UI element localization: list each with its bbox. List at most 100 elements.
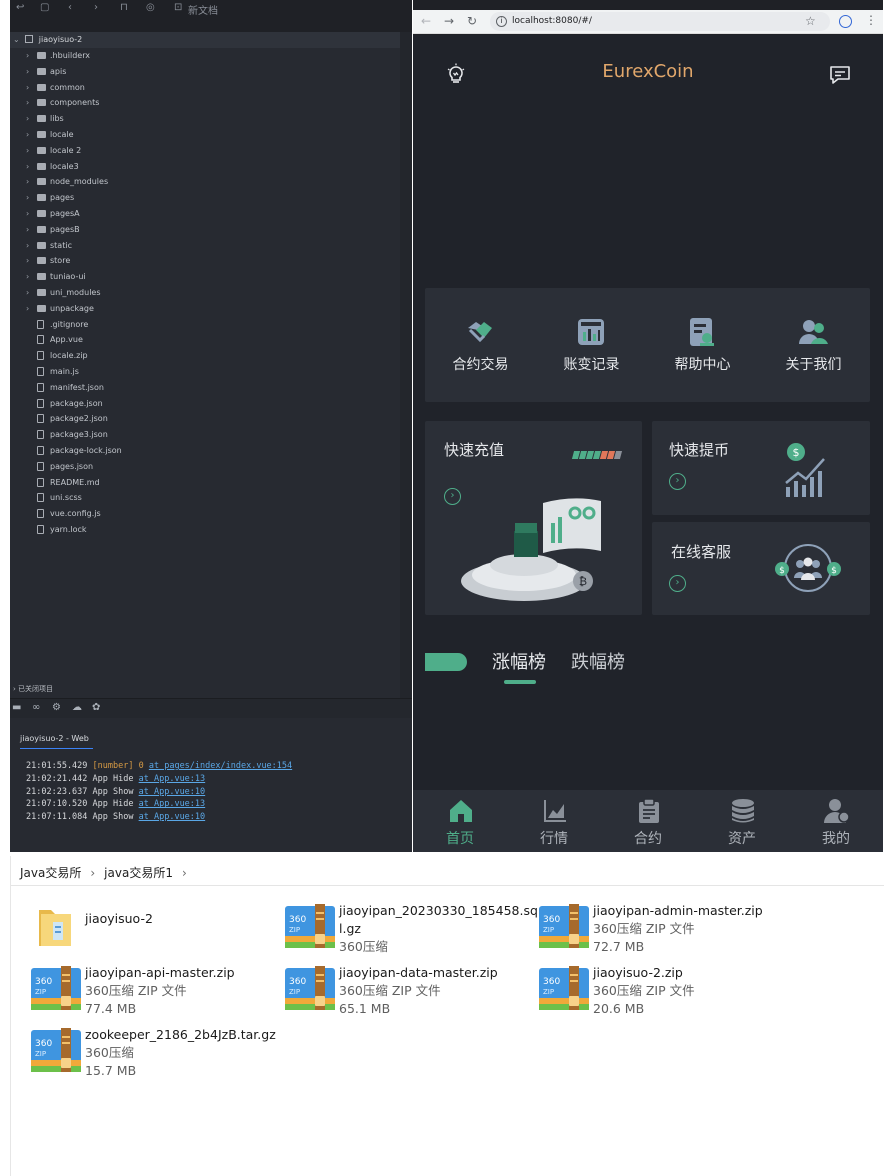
tree-item[interactable]: › apis <box>10 64 400 80</box>
tree-item[interactable]: › pagesA <box>10 206 400 222</box>
tabbar-assets[interactable]: 资产 <box>695 790 789 852</box>
chevron-right-icon[interactable]: › <box>26 80 34 96</box>
tree-item[interactable]: package3.json <box>10 427 400 443</box>
tree-item[interactable]: › components <box>10 95 400 111</box>
message-icon[interactable] <box>829 65 851 85</box>
tree-item[interactable]: › node_modules <box>10 174 400 190</box>
chevron-right-icon[interactable]: › <box>26 269 34 285</box>
card-recharge[interactable]: 快速充值 › ₿ <box>425 421 642 615</box>
tabbar-home[interactable]: 首页 <box>413 790 507 852</box>
file-item[interactable]: 360 ZIP zookeeper_2186_2b4JzB.tar.gz 360压缩 1… <box>31 1026 285 1082</box>
bookmark-star-icon[interactable]: ☆ <box>805 14 816 28</box>
tree-item[interactable]: › pagesB <box>10 222 400 238</box>
tabbar-contract[interactable]: 合约 <box>601 790 695 852</box>
profile-icon[interactable] <box>839 15 852 28</box>
chevron-right-icon[interactable]: › <box>26 253 34 269</box>
tree-item[interactable]: vue.config.js <box>10 506 400 522</box>
quick-nav-contract-trade[interactable]: 合约交易 <box>425 288 536 402</box>
tree-item[interactable]: › locale3 <box>10 159 400 175</box>
file-item[interactable]: 360 ZIP jiaoyipan_20230330_185458.sql.gz 36… <box>285 902 539 958</box>
chevron-right-icon[interactable]: › <box>182 866 187 880</box>
arrow-right-circle-icon[interactable]: › <box>669 575 686 592</box>
tree-item[interactable]: main.js <box>10 364 400 380</box>
address-bar[interactable]: i localhost:8080/#/ <box>490 12 830 31</box>
tree-item[interactable]: › .hbuilderx <box>10 48 400 64</box>
tree-item[interactable]: › tuniao-ui <box>10 269 400 285</box>
palette-icon[interactable]: ✿ <box>92 702 100 713</box>
chevron-right-icon[interactable]: › <box>26 111 34 127</box>
tree-item[interactable]: App.vue <box>10 332 400 348</box>
file-item[interactable]: 360 ZIP jiaoyipan-admin-master.zip 360压缩 ZI… <box>539 902 793 958</box>
console-source-link[interactable]: at App.vue:13 <box>139 799 206 809</box>
breadcrumb-item[interactable]: Java交易所 <box>20 866 81 880</box>
back-icon[interactable]: ↩ <box>16 2 24 13</box>
browser-menu-icon[interactable]: ⋮ <box>865 13 877 27</box>
tree-item[interactable]: › locale <box>10 127 400 143</box>
file-item[interactable]: jiaoyisuo-2 <box>31 902 285 958</box>
nav-back-icon[interactable]: ‹ <box>68 2 72 13</box>
tree-scrollbar[interactable] <box>400 32 412 718</box>
tree-item[interactable]: yarn.lock <box>10 522 400 538</box>
chevron-right-icon[interactable]: › <box>26 222 34 238</box>
chevron-right-icon[interactable]: › <box>26 48 34 64</box>
debug-icon[interactable]: ◎ <box>146 2 155 13</box>
tree-item[interactable]: › uni_modules <box>10 285 400 301</box>
tree-item[interactable]: › locale 2 <box>10 143 400 159</box>
file-item[interactable]: 360 ZIP jiaoyipan-api-master.zip 360压缩 ZIP … <box>31 964 285 1020</box>
tree-item[interactable]: › store <box>10 253 400 269</box>
tabbar-market[interactable]: 行情 <box>507 790 601 852</box>
chevron-right-icon[interactable]: › <box>26 143 34 159</box>
chevron-right-icon[interactable]: › <box>26 127 34 143</box>
plugin-icon[interactable]: ⚙ <box>52 702 61 713</box>
breadcrumb-item[interactable]: java交易所1 <box>104 866 173 880</box>
project-root[interactable]: ⌄ jiaoyisuo-2 <box>10 32 400 48</box>
tree-item[interactable]: uni.scss <box>10 490 400 506</box>
tabbar-profile[interactable]: 我的 <box>789 790 883 852</box>
chevron-right-icon[interactable]: › <box>26 206 34 222</box>
console-source-link[interactable]: at App.vue:13 <box>139 774 206 784</box>
tree-item[interactable]: .gitignore <box>10 317 400 333</box>
card-support[interactable]: 在线客服 › $ $ <box>652 522 870 615</box>
save-icon[interactable]: ▢ <box>40 2 49 13</box>
file-item[interactable]: 360 ZIP jiaoyipan-data-master.zip 360压缩 ZIP… <box>285 964 539 1020</box>
quick-nav-ledger[interactable]: 账变记录 <box>536 288 647 402</box>
card-withdraw[interactable]: 快速提币 › $ <box>652 421 870 515</box>
tree-item[interactable]: › unpackage <box>10 301 400 317</box>
tree-item[interactable]: package-lock.json <box>10 443 400 459</box>
closed-projects[interactable]: › 已关闭项目 <box>10 682 412 696</box>
quick-nav-help[interactable]: 帮助中心 <box>647 288 758 402</box>
tree-item[interactable]: README.md <box>10 475 400 491</box>
chevron-right-icon[interactable]: › <box>90 866 95 880</box>
forward-arrow-icon[interactable]: → <box>444 14 454 28</box>
cloud-icon[interactable]: ☁ <box>72 702 82 713</box>
chevron-right-icon[interactable]: › <box>26 159 34 175</box>
tree-item[interactable]: package.json <box>10 396 400 412</box>
chevron-right-icon[interactable]: › <box>26 301 34 317</box>
tree-item[interactable]: › common <box>10 80 400 96</box>
reload-icon[interactable]: ↻ <box>467 14 477 28</box>
console-tab[interactable]: jiaoyisuo-2 - Web <box>20 734 93 749</box>
tree-item[interactable]: › static <box>10 238 400 254</box>
toolbar-label[interactable]: 新文档 <box>188 2 218 17</box>
console-source-link[interactable]: at App.vue:10 <box>139 812 206 822</box>
nav-forward-icon[interactable]: › <box>94 2 98 13</box>
tree-item[interactable]: package2.json <box>10 411 400 427</box>
tree-item[interactable]: locale.zip <box>10 348 400 364</box>
run-icon[interactable]: ⊓ <box>120 2 128 13</box>
tree-item[interactable]: › pages <box>10 190 400 206</box>
folder-icon[interactable]: ▬ <box>12 702 21 713</box>
arrow-right-circle-icon[interactable]: › <box>669 473 686 490</box>
binoculars-icon[interactable]: ∞ <box>32 702 40 713</box>
console-source-link[interactable]: at App.vue:10 <box>139 787 206 797</box>
tree-item[interactable]: › libs <box>10 111 400 127</box>
tree-item[interactable]: pages.json <box>10 459 400 475</box>
quick-nav-about[interactable]: 关于我们 <box>758 288 869 402</box>
site-info-icon[interactable]: i <box>496 16 507 27</box>
tree-item[interactable]: manifest.json <box>10 380 400 396</box>
console-source-link[interactable]: at pages/index/index.vue:154 <box>149 761 292 771</box>
file-item[interactable]: 360 ZIP jiaoyisuo-2.zip 360压缩 ZIP 文件 20.6 MB <box>539 964 793 1020</box>
back-arrow-icon[interactable]: ← <box>421 14 431 28</box>
chevron-right-icon[interactable]: › <box>26 190 34 206</box>
new-doc-icon[interactable]: ⊡ <box>174 2 182 13</box>
tab-losers[interactable]: 跌幅榜 <box>571 648 625 674</box>
